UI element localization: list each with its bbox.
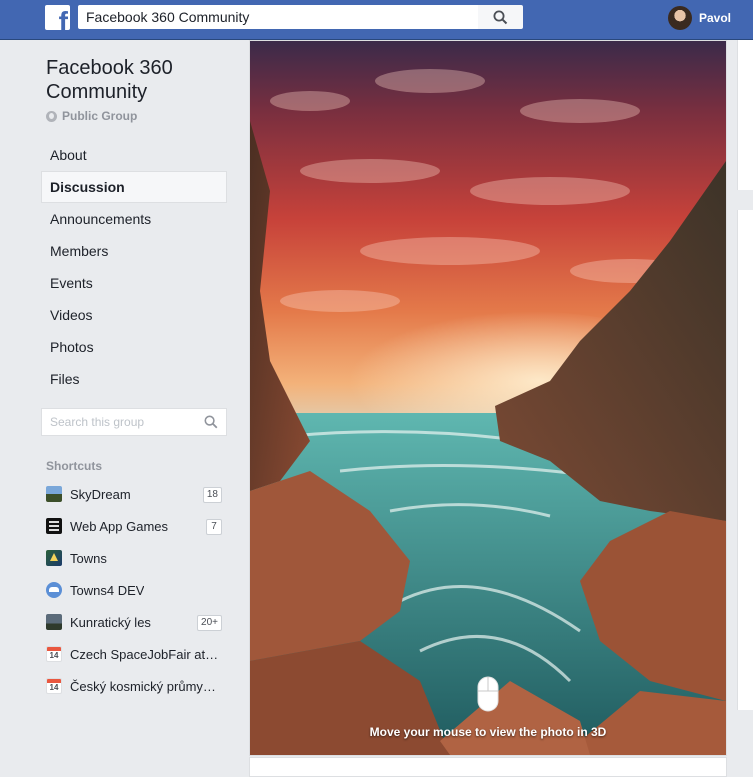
magnifier-icon [493,10,508,24]
avatar[interactable] [668,6,692,30]
view-in-3d-hint: Move your mouse to view the photo in 3D [369,725,607,739]
kunraticky-icon [46,614,62,630]
shortcut-label: Towns [70,550,107,566]
panorama-photo[interactable] [250,41,726,755]
web-app-games-icon [46,518,62,534]
calendar-icon: 14 [46,646,62,662]
shortcut-label: Kunratický les [70,614,151,630]
shortcuts-title: Shortcuts [46,459,103,473]
search-button[interactable] [478,5,523,29]
mouse-icon[interactable] [477,676,499,712]
notification-badge: 18 [202,487,222,503]
shortcut-label: Český kosmický průmy… [70,678,216,694]
shortcut-skydream[interactable]: SkyDream 18 [46,478,224,510]
privacy-label: Public Group [46,108,137,124]
right-rail-card [737,40,753,190]
group-title[interactable]: Facebook 360 Community [46,56,236,104]
nav-item-discussion[interactable]: Discussion [41,171,227,203]
nav-item-files[interactable]: Files [41,363,227,395]
group-icon [46,582,62,598]
shortcut-czech-spacejobfair[interactable]: 14 Czech SpaceJobFair at… [46,638,224,670]
notification-badge: 20+ [197,615,222,631]
notification-badge: 7 [206,519,222,535]
shortcut-label: Web App Games [70,518,169,534]
nav-item-announcements[interactable]: Announcements [41,203,227,235]
right-rail-card [737,210,753,710]
shortcut-label: Towns4 DEV [70,582,145,598]
facebook-logo-icon[interactable]: f [45,5,70,30]
profile-link[interactable]: Pavol [668,6,731,30]
nav-item-photos[interactable]: Photos [41,331,227,363]
shortcuts-list: SkyDream 18 Web App Games 7 Towns Towns4… [46,478,224,702]
group-nav: About Discussion Announcements Members E… [41,139,227,395]
calendar-icon: 14 [46,678,62,694]
top-bar: f Pavol [0,0,753,40]
landscape-illustration [250,69,726,755]
shortcut-towns[interactable]: Towns [46,542,224,574]
search-input[interactable] [78,5,478,29]
mouse-hint [250,676,726,717]
shortcut-web-app-games[interactable]: Web App Games 7 [46,510,224,542]
shortcut-label: SkyDream [70,486,131,502]
skydream-icon [46,486,62,502]
shortcut-kunraticky-les[interactable]: Kunratický les 20+ [46,606,224,638]
group-search-input[interactable] [42,409,208,435]
globe-icon [46,110,57,122]
nav-item-events[interactable]: Events [41,267,227,299]
shortcut-label: Czech SpaceJobFair at… [70,646,219,662]
nav-item-members[interactable]: Members [41,235,227,267]
profile-name[interactable]: Pavol [699,11,731,25]
group-search [41,408,227,436]
privacy-text: Public Group [62,109,138,123]
post-card-next [249,757,727,777]
search-icon[interactable] [204,415,218,429]
nav-item-videos[interactable]: Videos [41,299,227,331]
shortcut-towns4-dev[interactable]: Towns4 DEV [46,574,224,606]
nav-item-about[interactable]: About [41,139,227,171]
shortcut-cesky-kosmicky[interactable]: 14 Český kosmický průmy… [46,670,224,702]
towns-icon [46,550,62,566]
